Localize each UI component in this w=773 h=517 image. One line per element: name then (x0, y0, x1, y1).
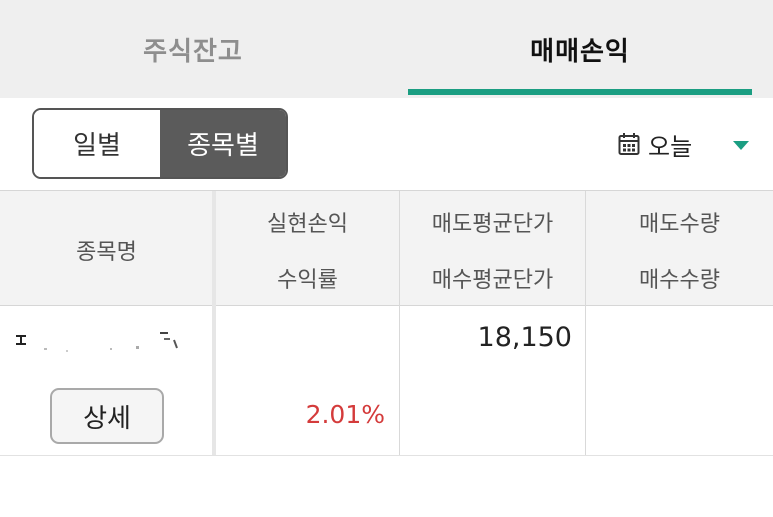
header-stock-name: 종목명 (76, 240, 137, 265)
return-rate-value: 2.01% (305, 400, 385, 429)
tab-trading-pnl[interactable]: 매매손익 (387, 0, 773, 98)
avg-buy-price-value: 18,150 (477, 322, 572, 353)
header-avg-buy-price: 매수평균단가 (431, 268, 554, 293)
column-divider (585, 191, 586, 455)
view-mode-toggle: 일별 종목별 (32, 108, 288, 179)
caret-down-icon[interactable] (733, 141, 749, 150)
tab-holdings[interactable]: 주식잔고 (0, 0, 386, 98)
active-tab-indicator (408, 89, 752, 95)
header-buy-qty: 매수수량 (639, 268, 720, 293)
segment-by-stock-button[interactable]: 종목별 (160, 110, 286, 177)
row-divider (0, 455, 773, 456)
header-avg-sell-price: 매도평균단가 (431, 212, 554, 237)
date-filter-label: 오늘 (648, 132, 693, 161)
header-return-rate: 수익률 (277, 268, 338, 293)
date-filter-selector[interactable]: 오늘 (618, 126, 692, 162)
stock-name-obscured (14, 326, 184, 356)
top-tab-bar: 주식잔고 매매손익 (0, 0, 773, 98)
header-sell-qty: 매도수량 (639, 212, 720, 237)
detail-button[interactable]: 상세 (50, 388, 164, 444)
segment-daily-button[interactable]: 일별 (34, 110, 160, 177)
calendar-icon (618, 132, 640, 156)
header-realized-pnl: 실현손익 (267, 212, 348, 237)
